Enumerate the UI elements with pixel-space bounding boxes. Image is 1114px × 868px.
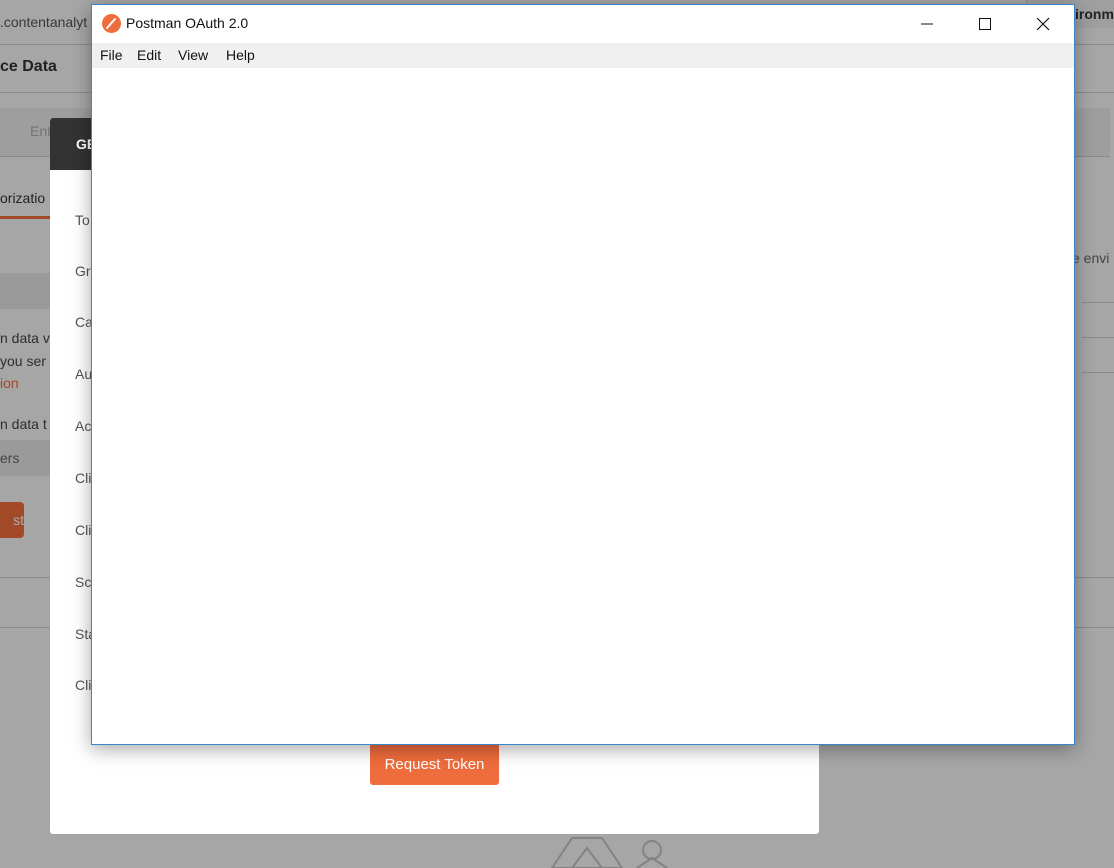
menu-help[interactable]: Help	[226, 47, 255, 63]
field-label: To	[75, 212, 90, 228]
title-bar[interactable]: Postman OAuth 2.0	[92, 5, 1074, 43]
postman-icon	[102, 14, 121, 33]
field-label: Cli	[75, 522, 92, 538]
close-icon	[1036, 17, 1050, 31]
maximize-button[interactable]	[956, 5, 1014, 43]
window-title: Postman OAuth 2.0	[126, 15, 249, 31]
oauth-window: Postman OAuth 2.0 File Edit View Help	[91, 4, 1075, 745]
minimize-button[interactable]	[898, 5, 956, 43]
menu-view[interactable]: View	[178, 47, 208, 63]
menu-bar: File Edit View Help	[92, 43, 1074, 68]
field-label: Sc	[75, 574, 92, 590]
minimize-icon	[921, 23, 933, 25]
field-label: Au	[75, 366, 93, 382]
menu-edit[interactable]: Edit	[137, 47, 161, 63]
menu-file[interactable]: File	[100, 47, 123, 63]
field-label: Ac	[75, 418, 92, 434]
field-label: Gr	[75, 263, 91, 279]
field-label: Cli	[75, 677, 92, 693]
request-token-button[interactable]: Request Token	[370, 743, 499, 785]
illustration-icon	[550, 837, 668, 868]
maximize-icon	[979, 18, 991, 30]
field-label: Cli	[75, 470, 92, 486]
close-button[interactable]	[1014, 5, 1072, 43]
window-content	[92, 68, 1074, 744]
